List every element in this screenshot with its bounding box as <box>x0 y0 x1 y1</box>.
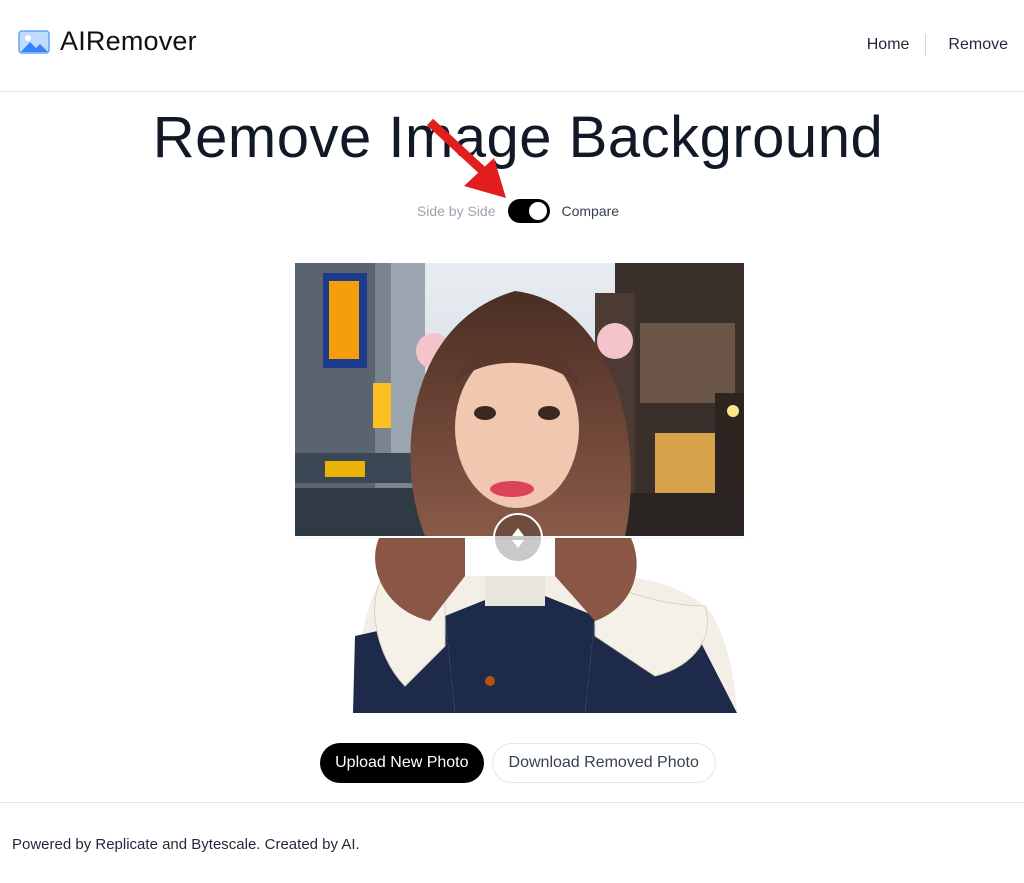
brand-name: AIRemover <box>60 26 197 56</box>
compare-slider-handle[interactable] <box>493 513 543 563</box>
switch-knob <box>528 202 547 220</box>
top-header: AIRemover Home Remove <box>0 0 1024 92</box>
up-down-arrows-icon <box>512 528 524 536</box>
top-nav: Home Remove <box>867 34 1008 56</box>
upload-new-photo-button[interactable]: Upload New Photo <box>320 743 484 783</box>
page-footer: Powered by Replicate and Bytescale. Crea… <box>0 802 1024 883</box>
image-icon <box>18 29 50 54</box>
footer-credits: Powered by Replicate and Bytescale. Crea… <box>12 836 360 853</box>
download-removed-photo-button[interactable]: Download Removed Photo <box>491 743 716 783</box>
nav-remove-link[interactable]: Remove <box>948 36 1008 54</box>
toggle-label-side-by-side: Side by Side <box>416 203 496 219</box>
action-buttons: Upload New Photo Download Removed Photo <box>0 743 1024 783</box>
original-photo <box>295 263 744 536</box>
chevron-down-icon <box>512 540 524 548</box>
red-arrow-annotation <box>426 118 506 198</box>
nav-home-link[interactable]: Home <box>867 36 910 54</box>
compare-viewer[interactable] <box>295 263 744 713</box>
brand[interactable]: AIRemover <box>18 26 197 57</box>
toggle-label-compare: Compare <box>561 203 620 219</box>
nav-divider <box>925 34 927 56</box>
